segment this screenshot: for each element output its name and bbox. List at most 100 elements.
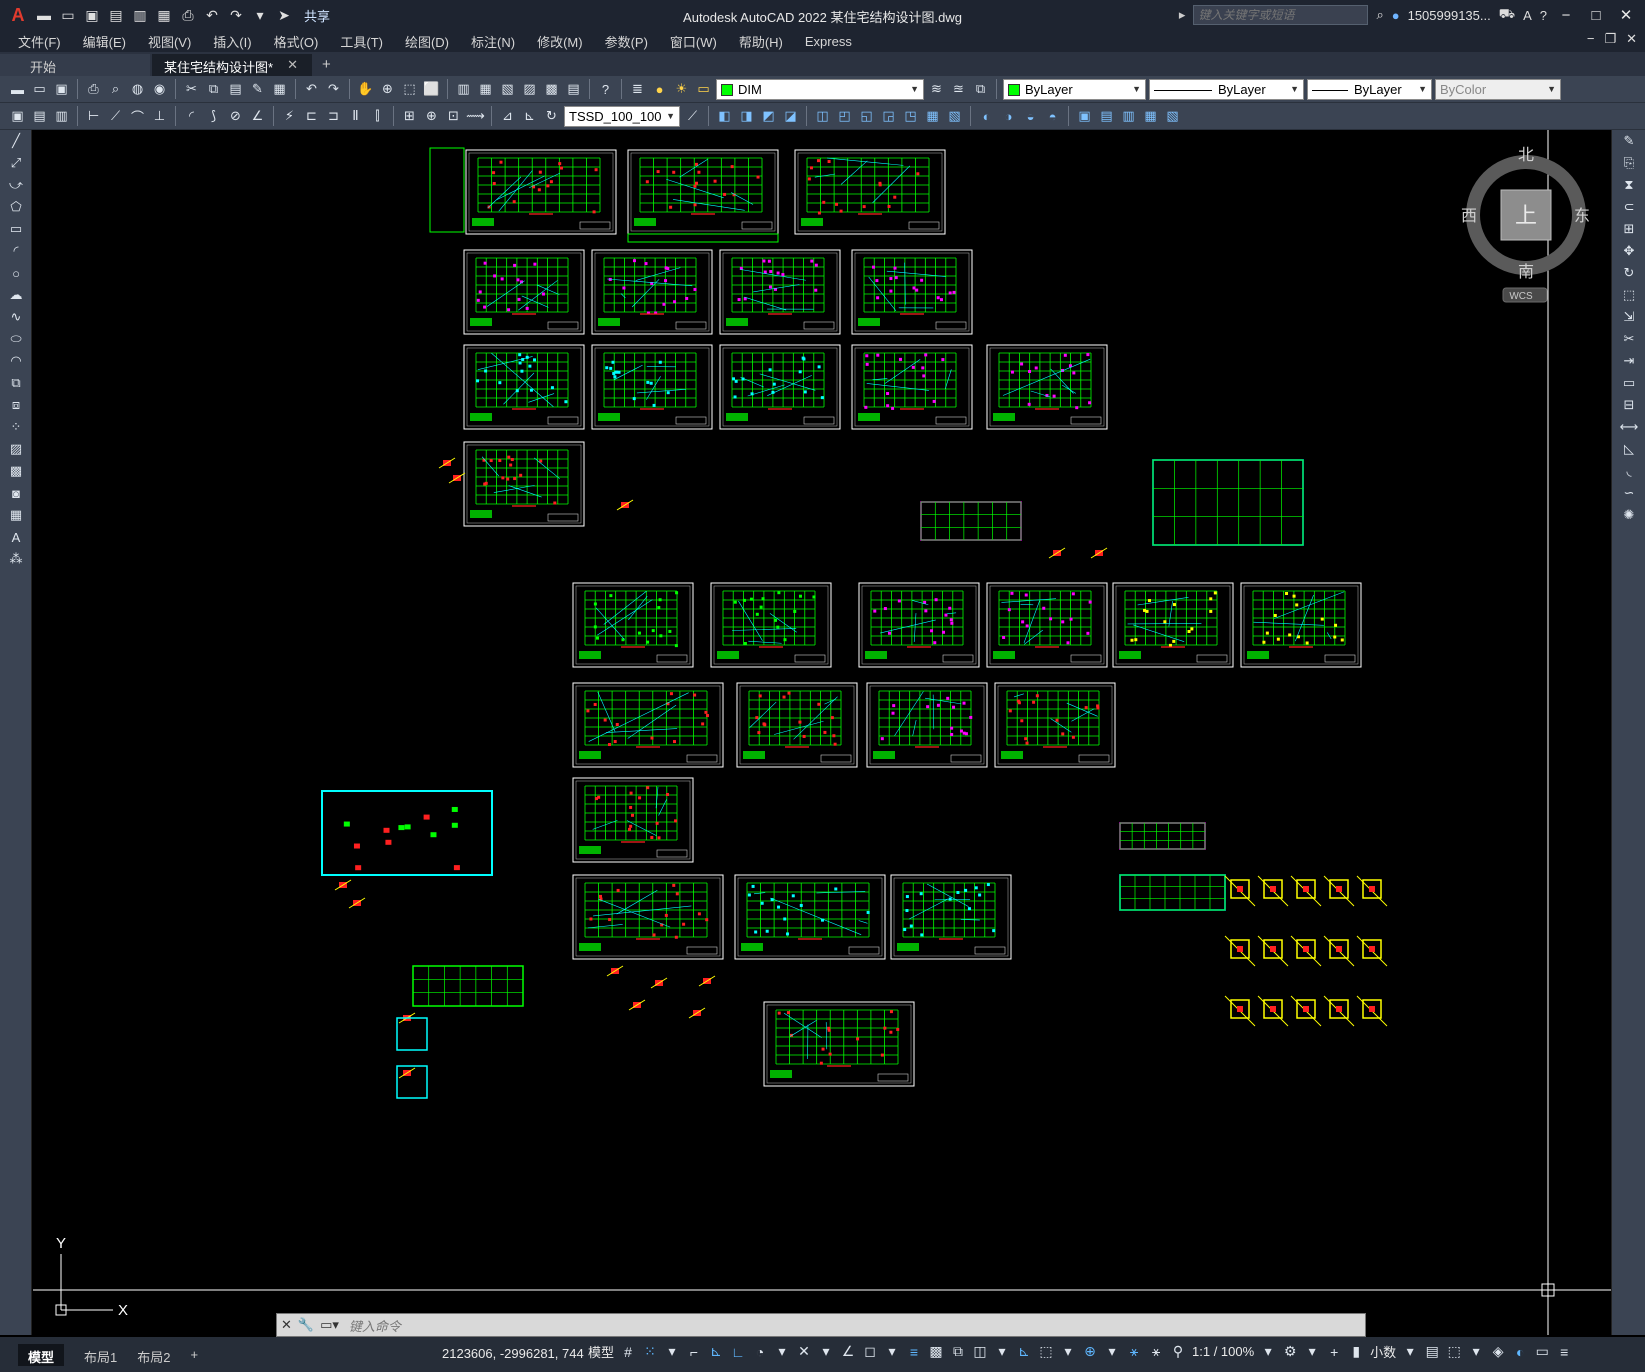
expand-icon[interactable]: ▸ bbox=[1179, 7, 1186, 23]
search-icon[interactable]: ⌕ bbox=[1376, 7, 1383, 23]
isodraft-icon[interactable]: ✕ bbox=[796, 1343, 812, 1360]
add-selected-icon[interactable]: ⁂ bbox=[0, 548, 32, 570]
ellipse-icon[interactable]: ⬭ bbox=[0, 328, 32, 350]
center-mark-icon[interactable]: ⊕ bbox=[422, 107, 441, 126]
new-icon[interactable]: ▬ bbox=[34, 5, 54, 25]
object-icon-3[interactable]: ◒ bbox=[1021, 107, 1040, 126]
new-tab-icon[interactable]: + bbox=[314, 56, 339, 76]
polygon-icon[interactable]: ⬠ bbox=[0, 196, 32, 218]
layer-previous-icon[interactable]: ≊ bbox=[949, 80, 968, 99]
color-combo[interactable]: ByLayer ▼ bbox=[1003, 78, 1146, 100]
layer-combo[interactable]: DIM ▼ bbox=[716, 78, 924, 100]
copy-object-icon[interactable]: ⎘ bbox=[1612, 152, 1645, 174]
menu-edit[interactable]: 编辑(E) bbox=[83, 32, 138, 51]
annotation-visibility-icon[interactable]: ⚹ bbox=[1126, 1343, 1142, 1360]
dim-angular-icon[interactable]: ∠ bbox=[248, 107, 267, 126]
cut-icon[interactable]: ✂ bbox=[182, 80, 201, 99]
infer-icon[interactable]: ⌐ bbox=[686, 1344, 702, 1360]
join-icon[interactable]: ⟷ bbox=[1612, 416, 1645, 438]
menu-express[interactable]: Express bbox=[805, 34, 864, 49]
dim-aligned-icon[interactable]: ⟋ bbox=[106, 107, 125, 126]
open-icon[interactable]: ▭ bbox=[58, 5, 78, 25]
spline-icon[interactable]: ∿ bbox=[0, 306, 32, 328]
dim-edit-icon[interactable]: ⊿ bbox=[498, 107, 517, 126]
object-icon-2[interactable]: ◑ bbox=[999, 107, 1018, 126]
extend-icon[interactable]: ⇥ bbox=[1612, 350, 1645, 372]
dim-jogged-icon[interactable]: ⟆ bbox=[204, 107, 223, 126]
zoom-previous-icon[interactable]: ⬜ bbox=[422, 80, 441, 99]
preview-icon[interactable]: ⌕ bbox=[106, 80, 125, 99]
object-icon-4[interactable]: ◓ bbox=[1043, 107, 1062, 126]
design-center-icon[interactable]: ▦ bbox=[476, 80, 495, 99]
selection-cycling-icon[interactable]: ⧉ bbox=[950, 1343, 966, 1360]
tool-palettes-icon[interactable]: ▧ bbox=[498, 80, 517, 99]
break-at-point-icon[interactable]: ▭ bbox=[1612, 372, 1645, 394]
transparency-icon[interactable]: ▩ bbox=[928, 1343, 944, 1360]
annot-front-icon[interactable]: ◳ bbox=[901, 107, 920, 126]
stretch-icon[interactable]: ⇲ bbox=[1612, 306, 1645, 328]
doc-close-icon[interactable]: ✕ bbox=[1626, 31, 1637, 47]
tab-close-icon[interactable]: ✕ bbox=[287, 57, 298, 76]
revision-cloud-icon[interactable]: ☁ bbox=[0, 284, 32, 306]
explode-icon[interactable]: ✺ bbox=[1612, 504, 1645, 526]
dim-front-icon[interactable]: ◰ bbox=[835, 107, 854, 126]
close-icon[interactable]: ✕ bbox=[1615, 6, 1637, 24]
model-space-toggle[interactable]: 模型 bbox=[588, 1342, 614, 1361]
minimize-icon[interactable]: − bbox=[1555, 7, 1577, 24]
quick-properties-icon[interactable]: ▤ bbox=[1424, 1343, 1440, 1360]
print-icon[interactable]: ⎙ bbox=[178, 5, 198, 25]
mtext-icon[interactable]: A bbox=[0, 526, 32, 548]
chevron-down-icon[interactable]: ▾ bbox=[884, 1343, 900, 1360]
doc-restore-icon[interactable]: ❐ bbox=[1604, 31, 1616, 47]
model-space-canvas[interactable]: Y X 上 北 南 东 西 WCS bbox=[33, 130, 1611, 1335]
trim-icon[interactable]: ✂ bbox=[1612, 328, 1645, 350]
pan-icon[interactable]: ✋ bbox=[356, 80, 375, 99]
scale-icon[interactable]: ⬚ bbox=[1612, 284, 1645, 306]
block-editor-icon[interactable]: ▦ bbox=[270, 80, 289, 99]
command-input[interactable]: 键入命令 bbox=[349, 1316, 401, 1335]
hardware-accel-icon[interactable]: ◐ bbox=[1512, 1344, 1528, 1360]
menu-window[interactable]: 窗口(W) bbox=[670, 32, 729, 51]
web-icon[interactable]: ◉ bbox=[150, 80, 169, 99]
text-front-icon[interactable]: ◫ bbox=[813, 107, 832, 126]
chevron-down-icon[interactable]: ▾ bbox=[818, 1343, 834, 1360]
menu-insert[interactable]: 插入(I) bbox=[213, 32, 263, 51]
redo-icon[interactable]: ↷ bbox=[226, 5, 246, 25]
help-icon[interactable]: ? bbox=[1540, 8, 1547, 23]
tssd-icon-2[interactable]: ▤ bbox=[30, 107, 49, 126]
chevron-down-icon[interactable]: ▾ bbox=[1060, 1343, 1076, 1360]
autocad-logo[interactable]: A bbox=[6, 5, 30, 26]
dimstyle-combo[interactable]: TSSD_100_100 ▼ bbox=[564, 105, 680, 127]
annotation-monitor-icon[interactable]: + bbox=[1326, 1344, 1342, 1360]
calculator-icon[interactable]: ▤ bbox=[564, 80, 583, 99]
polyline-icon[interactable]: ⤻ bbox=[0, 174, 32, 196]
selection-filter-icon[interactable]: ⬚ bbox=[1038, 1343, 1054, 1360]
command-history-icon[interactable]: ▭▾ bbox=[320, 1317, 339, 1333]
tab-drawing[interactable]: 某住宅结构设计图* ✕ bbox=[152, 54, 312, 76]
dynamic-ucs-icon[interactable]: ⊾ bbox=[1016, 1343, 1032, 1360]
units-value[interactable]: 小数 bbox=[1370, 1342, 1396, 1361]
publish-icon[interactable]: ▥ bbox=[130, 5, 150, 25]
region-icon[interactable]: ◙ bbox=[0, 482, 32, 504]
layer-lock-icon[interactable]: ▭ bbox=[694, 80, 713, 99]
dim-space-icon[interactable]: Ⅱ bbox=[346, 107, 365, 126]
cart-icon[interactable]: ⛟ bbox=[1499, 6, 1515, 24]
inspect-icon[interactable]: ⊡ bbox=[444, 107, 463, 126]
chevron-down-icon[interactable]: ▾ bbox=[1260, 1343, 1276, 1360]
save-icon[interactable]: ▣ bbox=[82, 5, 102, 25]
move-icon[interactable]: ✥ bbox=[1612, 240, 1645, 262]
erase-icon[interactable]: ✎ bbox=[1612, 130, 1645, 152]
lineweight-icon[interactable]: ≡ bbox=[906, 1344, 922, 1360]
dynamic-input-icon[interactable]: ⊾ bbox=[708, 1343, 724, 1360]
object-tracking-icon[interactable]: ∠ bbox=[840, 1343, 856, 1360]
customization-icon[interactable]: ≡ bbox=[1556, 1344, 1572, 1360]
break-icon[interactable]: ⊟ bbox=[1612, 394, 1645, 416]
gizmo-icon[interactable]: ⊕ bbox=[1082, 1343, 1098, 1360]
layer-on-icon[interactable]: ● bbox=[650, 80, 669, 99]
chamfer-icon[interactable]: ◺ bbox=[1612, 438, 1645, 460]
auto-scale-icon[interactable]: ⚹ bbox=[1148, 1343, 1164, 1360]
ellipse-arc-icon[interactable]: ◠ bbox=[0, 350, 32, 372]
make-block-icon[interactable]: ⧈ bbox=[0, 394, 32, 416]
rectangle-icon[interactable]: ▭ bbox=[0, 218, 32, 240]
chevron-down-icon[interactable]: ▾ bbox=[1304, 1343, 1320, 1360]
